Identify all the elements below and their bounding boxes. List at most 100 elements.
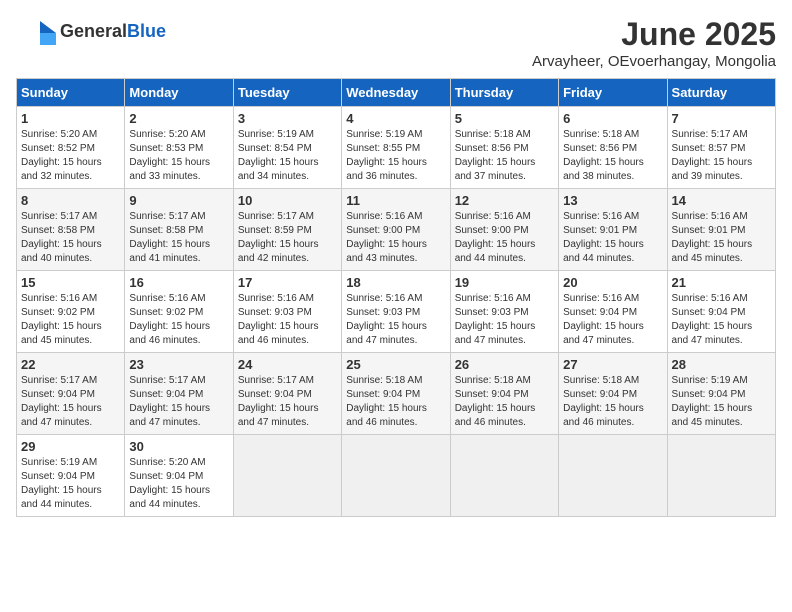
calendar-cell: 17 Sunrise: 5:16 AMSunset: 9:03 PMDayligh…: [233, 271, 341, 353]
day-number: 5: [455, 111, 554, 126]
day-number: 23: [129, 357, 228, 372]
day-info: Sunrise: 5:20 AMSunset: 9:04 PMDaylight:…: [129, 456, 228, 512]
day-info: Sunrise: 5:16 AMSunset: 9:03 PMDaylight:…: [455, 292, 554, 348]
calendar-day-header: Friday: [559, 79, 667, 107]
day-info: Sunrise: 5:20 AMSunset: 8:52 PMDaylight:…: [21, 128, 120, 184]
calendar-cell: 14 Sunrise: 5:16 AMSunset: 9:01 PMDayligh…: [667, 189, 775, 271]
day-number: 20: [563, 275, 662, 290]
calendar-week-row: 15 Sunrise: 5:16 AMSunset: 9:02 PMDayligh…: [17, 271, 776, 353]
calendar-cell: [233, 435, 341, 517]
day-number: 8: [21, 193, 120, 208]
logo-general: General: [60, 21, 127, 41]
calendar-cell: 28 Sunrise: 5:19 AMSunset: 9:04 PMDayligh…: [667, 353, 775, 435]
calendar-cell: 12 Sunrise: 5:16 AMSunset: 9:00 PMDayligh…: [450, 189, 558, 271]
calendar-cell: 7Sunrise: 5:17 AMSunset: 8:57 PMDaylight…: [667, 107, 775, 189]
calendar-table: SundayMondayTuesdayWednesdayThursdayFrid…: [16, 78, 776, 517]
day-number: 27: [563, 357, 662, 372]
calendar-cell: 8Sunrise: 5:17 AMSunset: 8:58 PMDaylight…: [17, 189, 125, 271]
day-info: Sunrise: 5:19 AMSunset: 8:55 PMDaylight:…: [346, 128, 445, 184]
day-info: Sunrise: 5:16 AMSunset: 9:00 PMDaylight:…: [346, 210, 445, 266]
calendar-cell: [559, 435, 667, 517]
day-number: 22: [21, 357, 120, 372]
calendar-cell: 10 Sunrise: 5:17 AMSunset: 8:59 PMDayligh…: [233, 189, 341, 271]
calendar-week-row: 29 Sunrise: 5:19 AMSunset: 9:04 PMDayligh…: [17, 435, 776, 517]
calendar-cell: 18Sunrise: 5:16 AMSunset: 9:03 PMDayligh…: [342, 271, 450, 353]
calendar-day-header: Tuesday: [233, 79, 341, 107]
day-info: Sunrise: 5:16 AMSunset: 9:03 PMDaylight:…: [238, 292, 337, 348]
calendar-cell: 21 Sunrise: 5:16 AMSunset: 9:04 PMDayligh…: [667, 271, 775, 353]
day-number: 24: [238, 357, 337, 372]
calendar-day-header: Thursday: [450, 79, 558, 107]
day-number: 13: [563, 193, 662, 208]
day-info: Sunrise: 5:16 AMSunset: 9:00 PMDaylight:…: [455, 210, 554, 266]
day-info: Sunrise: 5:17 AMSunset: 8:57 PMDaylight:…: [672, 128, 771, 184]
calendar-cell: 13 Sunrise: 5:16 AMSunset: 9:01 PMDayligh…: [559, 189, 667, 271]
day-info: Sunrise: 5:17 AMSunset: 9:04 PMDaylight:…: [129, 374, 228, 430]
day-number: 21: [672, 275, 771, 290]
calendar-day-header: Sunday: [17, 79, 125, 107]
calendar-title: June 2025: [532, 16, 776, 53]
logo-blue: Blue: [127, 21, 166, 41]
day-info: Sunrise: 5:20 AMSunset: 8:53 PMDaylight:…: [129, 128, 228, 184]
day-info: Sunrise: 5:16 AMSunset: 9:01 PMDaylight:…: [672, 210, 771, 266]
day-info: Sunrise: 5:19 AMSunset: 8:54 PMDaylight:…: [238, 128, 337, 184]
calendar-header-row: SundayMondayTuesdayWednesdayThursdayFrid…: [17, 79, 776, 107]
calendar-cell: 25 Sunrise: 5:18 AMSunset: 9:04 PMDayligh…: [342, 353, 450, 435]
day-number: 29: [21, 439, 120, 454]
calendar-cell: 16Sunrise: 5:16 AMSunset: 9:02 PMDayligh…: [125, 271, 233, 353]
calendar-cell: 27Sunrise: 5:18 AMSunset: 9:04 PMDayligh…: [559, 353, 667, 435]
calendar-subtitle: Arvayheer, OEvoerhangay, Mongolia: [532, 53, 776, 70]
day-info: Sunrise: 5:17 AMSunset: 9:04 PMDaylight:…: [21, 374, 120, 430]
day-info: Sunrise: 5:19 AMSunset: 9:04 PMDaylight:…: [672, 374, 771, 430]
calendar-cell: [342, 435, 450, 517]
day-info: Sunrise: 5:16 AMSunset: 9:01 PMDaylight:…: [563, 210, 662, 266]
day-info: Sunrise: 5:17 AMSunset: 8:58 PMDaylight:…: [129, 210, 228, 266]
day-info: Sunrise: 5:17 AMSunset: 9:04 PMDaylight:…: [238, 374, 337, 430]
day-info: Sunrise: 5:18 AMSunset: 9:04 PMDaylight:…: [346, 374, 445, 430]
calendar-day-header: Saturday: [667, 79, 775, 107]
calendar-cell: 5 Sunrise: 5:18 AMSunset: 8:56 PMDaylight…: [450, 107, 558, 189]
day-number: 25: [346, 357, 445, 372]
day-number: 30: [129, 439, 228, 454]
day-number: 17: [238, 275, 337, 290]
day-info: Sunrise: 5:19 AMSunset: 9:04 PMDaylight:…: [21, 456, 120, 512]
day-info: Sunrise: 5:18 AMSunset: 8:56 PMDaylight:…: [563, 128, 662, 184]
calendar-cell: 20 Sunrise: 5:16 AMSunset: 9:04 PMDayligh…: [559, 271, 667, 353]
day-number: 9: [129, 193, 228, 208]
calendar-cell: 1 Sunrise: 5:20 AMSunset: 8:52 PMDaylight…: [17, 107, 125, 189]
calendar-cell: 11Sunrise: 5:16 AMSunset: 9:00 PMDayligh…: [342, 189, 450, 271]
day-info: Sunrise: 5:17 AMSunset: 8:59 PMDaylight:…: [238, 210, 337, 266]
day-info: Sunrise: 5:16 AMSunset: 9:04 PMDaylight:…: [672, 292, 771, 348]
day-number: 26: [455, 357, 554, 372]
day-number: 10: [238, 193, 337, 208]
calendar-body: 1 Sunrise: 5:20 AMSunset: 8:52 PMDaylight…: [17, 107, 776, 517]
day-info: Sunrise: 5:18 AMSunset: 8:56 PMDaylight:…: [455, 128, 554, 184]
day-number: 12: [455, 193, 554, 208]
logo-icon: [16, 16, 56, 46]
day-number: 28: [672, 357, 771, 372]
calendar-cell: 4 Sunrise: 5:19 AMSunset: 8:55 PMDaylight…: [342, 107, 450, 189]
calendar-cell: 24 Sunrise: 5:17 AMSunset: 9:04 PMDayligh…: [233, 353, 341, 435]
calendar-cell: 23 Sunrise: 5:17 AMSunset: 9:04 PMDayligh…: [125, 353, 233, 435]
calendar-day-header: Wednesday: [342, 79, 450, 107]
day-number: 2: [129, 111, 228, 126]
day-number: 14: [672, 193, 771, 208]
page-header: GeneralBlue June 2025 Arvayheer, OEvoerh…: [16, 16, 776, 70]
calendar-cell: 30 Sunrise: 5:20 AMSunset: 9:04 PMDayligh…: [125, 435, 233, 517]
day-number: 6: [563, 111, 662, 126]
calendar-cell: 6 Sunrise: 5:18 AMSunset: 8:56 PMDaylight…: [559, 107, 667, 189]
day-info: Sunrise: 5:16 AMSunset: 9:04 PMDaylight:…: [563, 292, 662, 348]
calendar-cell: 2 Sunrise: 5:20 AMSunset: 8:53 PMDaylight…: [125, 107, 233, 189]
calendar-cell: 22 Sunrise: 5:17 AMSunset: 9:04 PMDayligh…: [17, 353, 125, 435]
calendar-cell: 3Sunrise: 5:19 AMSunset: 8:54 PMDaylight…: [233, 107, 341, 189]
day-info: Sunrise: 5:16 AMSunset: 9:02 PMDaylight:…: [21, 292, 120, 348]
calendar-cell: 29 Sunrise: 5:19 AMSunset: 9:04 PMDayligh…: [17, 435, 125, 517]
day-number: 15: [21, 275, 120, 290]
calendar-cell: 19Sunrise: 5:16 AMSunset: 9:03 PMDayligh…: [450, 271, 558, 353]
day-info: Sunrise: 5:18 AMSunset: 9:04 PMDaylight:…: [455, 374, 554, 430]
day-info: Sunrise: 5:16 AMSunset: 9:03 PMDaylight:…: [346, 292, 445, 348]
day-number: 1: [21, 111, 120, 126]
day-number: 4: [346, 111, 445, 126]
calendar-week-row: 8 Sunrise: 5:17 AMSunset: 8:58 PMDaylight…: [17, 189, 776, 271]
day-number: 16: [129, 275, 228, 290]
